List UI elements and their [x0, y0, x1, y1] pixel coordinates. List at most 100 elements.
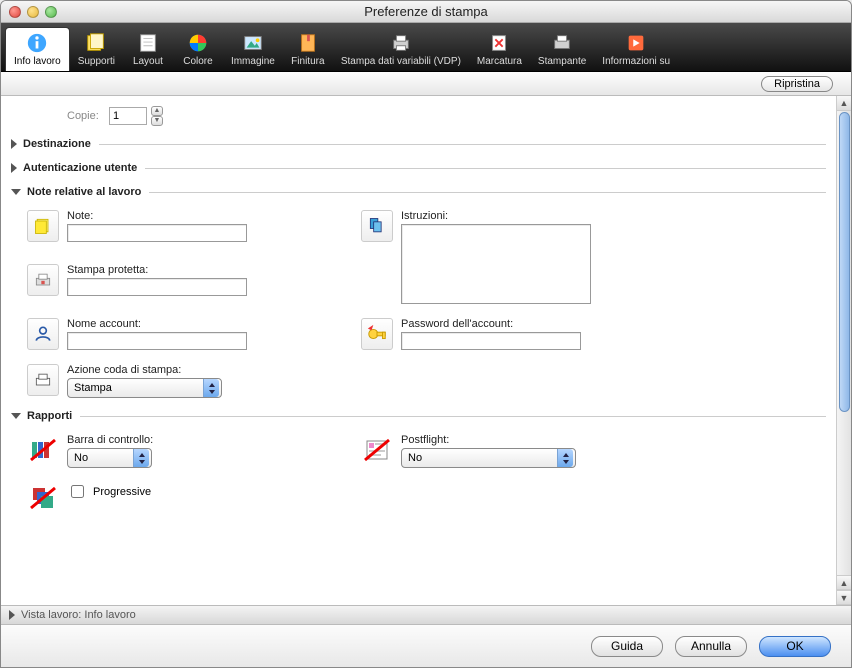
- field-stampa-protetta: Stampa protetta:: [27, 264, 337, 304]
- help-button[interactable]: Guida: [591, 636, 663, 657]
- field-coda-stampa: Azione coda di stampa: Stampa: [27, 364, 337, 398]
- password-account-input[interactable]: [401, 332, 581, 350]
- section-rapporti[interactable]: Rapporti: [7, 404, 826, 428]
- tab-colore[interactable]: Colore: [173, 28, 223, 71]
- scroll-up-icon[interactable]: ▲: [837, 575, 851, 590]
- copies-input[interactable]: [109, 107, 147, 125]
- disclosure-closed-icon: [11, 163, 17, 173]
- layout-icon: [137, 32, 159, 54]
- field-label: Note:: [67, 210, 337, 222]
- field-nome-account: Nome account:: [27, 318, 337, 350]
- select-value: No: [74, 452, 88, 464]
- tab-finitura[interactable]: Finitura: [283, 28, 333, 71]
- account-password-icon: [361, 318, 393, 350]
- progressive-off-icon: [27, 482, 59, 514]
- cancel-button[interactable]: Annulla: [675, 636, 747, 657]
- checkbox-label: Progressive: [93, 486, 151, 498]
- tab-label: Colore: [183, 56, 212, 67]
- notes-icon: [27, 210, 59, 242]
- subbar: Ripristina: [1, 72, 851, 96]
- disclosure-open-icon: [11, 413, 21, 419]
- stampa-protetta-input[interactable]: [67, 278, 247, 296]
- stepper-down-icon[interactable]: ▼: [151, 116, 163, 126]
- stepper-up-icon[interactable]: ▲: [151, 106, 163, 116]
- scroll-down-icon[interactable]: ▼: [837, 590, 851, 605]
- select-arrows-icon: [557, 449, 573, 467]
- field-barra-controllo: Barra di controllo: No: [27, 434, 337, 468]
- section-title: Vista lavoro: Info lavoro: [21, 609, 136, 621]
- window-title: Preferenze di stampa: [1, 4, 851, 19]
- field-label: Azione coda di stampa:: [67, 364, 337, 376]
- tab-label: Finitura: [291, 56, 324, 67]
- scroll-thumb[interactable]: [839, 112, 850, 412]
- section-title: Rapporti: [27, 410, 72, 422]
- section-note[interactable]: Note relative al lavoro: [7, 180, 826, 204]
- section-destinazione[interactable]: Destinazione: [7, 132, 826, 156]
- field-label: Postflight:: [401, 434, 671, 446]
- tab-immagine[interactable]: Immagine: [223, 28, 283, 71]
- tab-label: Layout: [133, 56, 163, 67]
- instructions-icon: [361, 210, 393, 242]
- tab-layout[interactable]: Layout: [123, 28, 173, 71]
- scroll-up-icon[interactable]: ▲: [837, 96, 851, 111]
- nome-account-input[interactable]: [67, 332, 247, 350]
- stamp-icon: [488, 32, 510, 54]
- field-label: Nome account:: [67, 318, 337, 330]
- secure-print-icon: [27, 264, 59, 296]
- print-queue-icon: [27, 364, 59, 396]
- field-password-account: Password dell'account:: [361, 318, 671, 350]
- reset-button[interactable]: Ripristina: [761, 76, 833, 92]
- tab-info-lavoro[interactable]: Info lavoro: [5, 27, 70, 71]
- disclosure-closed-icon: [9, 610, 15, 620]
- tab-informazioni[interactable]: Informazioni su: [594, 28, 678, 71]
- vertical-scrollbar[interactable]: ▲ ▲ ▼: [836, 96, 851, 605]
- tab-vdp[interactable]: Stampa dati variabili (VDP): [333, 28, 469, 71]
- copies-stepper[interactable]: ▲ ▼: [151, 106, 163, 126]
- tab-supporti[interactable]: Supporti: [70, 28, 123, 71]
- barra-controllo-select[interactable]: No: [67, 448, 152, 468]
- istruzioni-textarea[interactable]: [401, 224, 591, 304]
- finishing-icon: [297, 32, 319, 54]
- toolbar: Info lavoro Supporti Layout Colore Immag…: [1, 23, 851, 72]
- image-icon: [242, 32, 264, 54]
- media-icon: [85, 32, 107, 54]
- field-postflight: Postflight: No: [361, 434, 671, 468]
- field-label: Password dell'account:: [401, 318, 671, 330]
- about-icon: [625, 32, 647, 54]
- info-icon: [26, 32, 48, 54]
- progressive-checkbox[interactable]: [71, 485, 84, 498]
- tab-marcatura[interactable]: Marcatura: [469, 28, 530, 71]
- tab-label: Immagine: [231, 56, 275, 67]
- disclosure-open-icon: [11, 189, 21, 195]
- printer-data-icon: [390, 32, 412, 54]
- tab-label: Marcatura: [477, 56, 522, 67]
- select-value: No: [408, 452, 422, 464]
- minimize-window-button[interactable]: [27, 6, 39, 18]
- tab-label: Stampante: [538, 56, 586, 67]
- disclosure-closed-icon: [11, 139, 17, 149]
- field-note: Note:: [27, 210, 337, 250]
- ok-button[interactable]: OK: [759, 636, 831, 657]
- field-label: Istruzioni:: [401, 210, 671, 222]
- titlebar: Preferenze di stampa: [1, 1, 851, 23]
- field-label: Barra di controllo:: [67, 434, 337, 446]
- section-title: Autenticazione utente: [23, 162, 137, 174]
- coda-stampa-select[interactable]: Stampa: [67, 378, 222, 398]
- zoom-window-button[interactable]: [45, 6, 57, 18]
- tab-stampante[interactable]: Stampante: [530, 28, 594, 71]
- tab-label: Stampa dati variabili (VDP): [341, 56, 461, 67]
- tab-label: Info lavoro: [14, 56, 61, 67]
- button-bar: Guida Annulla OK: [1, 625, 851, 667]
- close-window-button[interactable]: [9, 6, 21, 18]
- select-arrows-icon: [203, 379, 219, 397]
- section-autenticazione[interactable]: Autenticazione utente: [7, 156, 826, 180]
- section-title: Destinazione: [23, 138, 91, 150]
- section-vista-lavoro[interactable]: Vista lavoro: Info lavoro: [1, 605, 851, 625]
- printer-icon: [551, 32, 573, 54]
- postflight-off-icon: [361, 434, 393, 466]
- field-label: Stampa protetta:: [67, 264, 337, 276]
- note-input[interactable]: [67, 224, 247, 242]
- content-area: Copie: ▲ ▼ Destinazione Autenticazione u…: [1, 96, 836, 605]
- postflight-select[interactable]: No: [401, 448, 576, 468]
- tab-label: Informazioni su: [602, 56, 670, 67]
